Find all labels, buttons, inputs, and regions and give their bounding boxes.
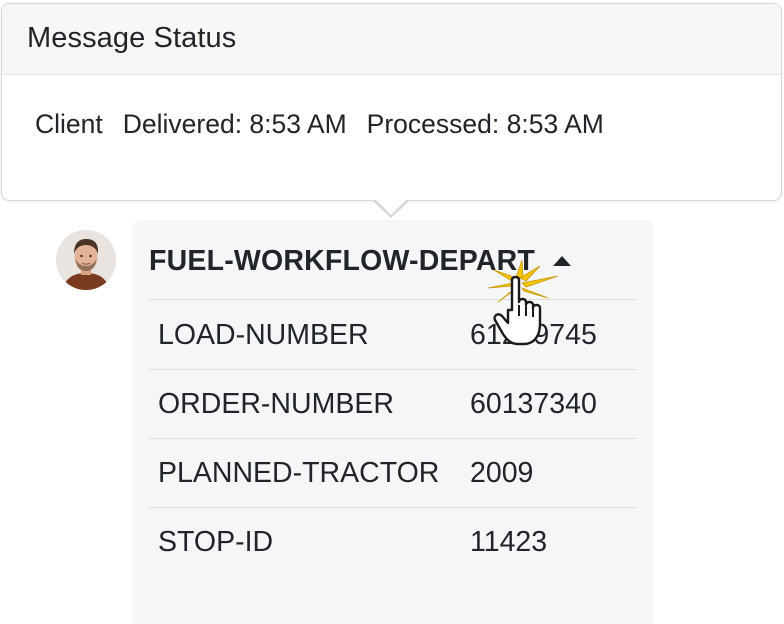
field-value: 61209745 [470, 318, 597, 351]
field-row: ORDER-NUMBER 60137340 [149, 370, 637, 439]
field-row: PLANNED-TRACTOR 2009 [149, 439, 637, 508]
user-avatar-icon [56, 230, 116, 290]
field-key: ORDER-NUMBER [158, 387, 394, 420]
message-card: FUEL-WORKFLOW-DEPART LOAD-NUMBER 6120974… [132, 220, 653, 624]
field-row: STOP-ID 11423 [149, 508, 637, 577]
field-value: 11423 [470, 526, 548, 558]
avatar[interactable] [56, 230, 116, 290]
field-key: STOP-ID [158, 526, 274, 558]
delivered-status: Delivered: 8:53 AM [122, 109, 347, 139]
field-value: 60137340 [470, 387, 597, 420]
message-status-popover: Message Status Client Delivered: 8:53 AM… [1, 3, 782, 201]
client-label: Client [35, 109, 103, 139]
field-key: PLANNED-TRACTOR [158, 456, 440, 489]
field-value: 2009 [470, 456, 534, 489]
message-title: FUEL-WORKFLOW-DEPART [149, 244, 535, 277]
processed-status: Processed: 8:53 AM [366, 109, 604, 139]
caret-up-icon[interactable] [553, 255, 571, 266]
message-fields: LOAD-NUMBER 61209745 ORDER-NUMBER 601373… [149, 301, 637, 577]
field-key: LOAD-NUMBER [158, 318, 369, 351]
popover-body: Client Delivered: 8:53 AM Processed: 8:5… [2, 75, 781, 140]
popover-header: Message Status [2, 4, 781, 75]
field-row: LOAD-NUMBER 61209745 [149, 301, 637, 370]
message-header-toggle[interactable]: FUEL-WORKFLOW-DEPART [149, 220, 637, 300]
popover-arrow [375, 199, 407, 215]
popover-title: Message Status [27, 22, 237, 54]
